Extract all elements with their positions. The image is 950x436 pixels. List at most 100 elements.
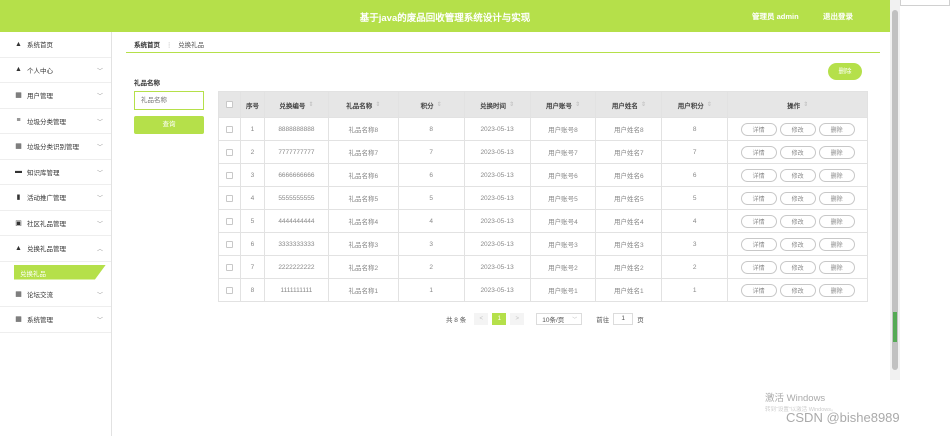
goto-page-input[interactable]: 1	[613, 313, 634, 325]
row-checkbox[interactable]	[225, 217, 233, 225]
table-row: 8 1111111111 礼品名称1 1 2023-05-13 用户账号1 用户姓名1 1 详情…	[219, 279, 868, 302]
monitor-icon: ▬	[15, 168, 22, 176]
header-select-cell	[219, 92, 241, 118]
search-button[interactable]: 查询	[134, 116, 204, 134]
row-checkbox[interactable]	[225, 125, 233, 133]
column-header[interactable]: 用户账号 ⇕	[530, 92, 597, 118]
edit-button[interactable]: 修改	[779, 214, 816, 228]
pagination-total: 共 8 条	[446, 317, 467, 324]
table-row: 2 7777777777 礼品名称7 7 2023-05-13 用户账号7 用户姓名7 7 详情…	[219, 141, 868, 164]
column-header-label: 兑换时间	[480, 102, 507, 110]
column-header[interactable]: 用户积分 ⇕	[662, 92, 729, 118]
sidebar-item-label: 用户管理	[27, 93, 53, 101]
row-select-cell	[219, 210, 241, 233]
chevron-down-icon: ﹀	[96, 68, 103, 75]
delete-button[interactable]: 删除	[818, 237, 855, 251]
detail-button[interactable]: 详情	[740, 122, 777, 136]
table-cell-account: 用户账号5	[530, 187, 597, 210]
edit-button[interactable]: 修改	[779, 145, 816, 159]
delete-button[interactable]: 删除	[818, 145, 855, 159]
delete-button[interactable]: 删除	[818, 260, 855, 274]
column-header[interactable]: 礼品名称 ⇕	[328, 92, 399, 118]
row-checkbox[interactable]	[225, 263, 233, 271]
table-cell-idx: 2	[240, 141, 265, 164]
edit-button[interactable]: 修改	[779, 191, 816, 205]
sidebar-item[interactable]: ▮ 活动推广管理 ﹀	[0, 185, 111, 211]
sidebar-item[interactable]: ▲ 个人中心 ﹀	[0, 58, 111, 83]
detail-button[interactable]: 详情	[740, 168, 777, 182]
table-cell-name: 用户姓名1	[596, 279, 663, 302]
delete-button[interactable]: 删除	[818, 168, 855, 182]
sidebar-item[interactable]: ▲ 兑换礼品管理 ︿	[0, 236, 111, 262]
sidebar-item[interactable]: ▲ 系统首页	[0, 32, 111, 58]
table-cell-name: 用户姓名4	[596, 210, 663, 233]
gift-name-search-input[interactable]	[134, 91, 204, 110]
next-page-button[interactable]: >	[510, 313, 525, 325]
detail-button[interactable]: 详情	[740, 145, 777, 159]
chevron-down-icon: ﹀	[96, 145, 103, 151]
delete-button[interactable]: 删除	[818, 191, 855, 205]
column-header-label: 序号	[245, 102, 259, 110]
column-header[interactable]: 兑换编号 ⇕	[264, 92, 329, 118]
table-cell-points: 8	[398, 118, 465, 141]
sidebar-item[interactable]: ≡ 垃圾分类管理 ﹀	[0, 109, 111, 134]
sort-icon[interactable]: ⇕	[575, 101, 580, 108]
delete-button[interactable]: 删除	[818, 122, 855, 136]
detail-button[interactable]: 详情	[740, 237, 777, 251]
table-cell-points: 1	[398, 279, 465, 302]
detail-button[interactable]: 详情	[740, 283, 777, 297]
table-row: 3 6666666666 礼品名称6 6 2023-05-13 用户账号6 用户姓名6 6 详情…	[219, 164, 868, 187]
home-icon: ▲	[15, 40, 22, 48]
sort-icon[interactable]: ⇕	[707, 101, 712, 108]
submenu-item-gift-exchange[interactable]: 兑换礼品	[20, 268, 46, 278]
table-cell-idx: 3	[240, 164, 265, 187]
sort-icon[interactable]: ⇕	[437, 101, 442, 108]
sidebar-item[interactable]: ▦ 系统管理 ﹀	[0, 307, 111, 333]
row-checkbox[interactable]	[225, 194, 233, 202]
row-checkbox[interactable]	[225, 171, 233, 179]
row-select-cell	[219, 118, 241, 141]
row-select-cell	[219, 164, 241, 187]
sidebar-item[interactable]: ▦ 垃圾分类识别管理 ﹀	[0, 134, 111, 160]
sidebar-item[interactable]: ▦ 论坛交流 ﹀	[0, 282, 111, 307]
edit-button[interactable]: 修改	[779, 168, 816, 182]
sidebar-item[interactable]: ▣ 社区礼品管理 ﹀	[0, 211, 111, 236]
sort-icon[interactable]: ⇕	[509, 101, 514, 108]
sort-icon[interactable]: ⇕	[308, 101, 313, 108]
logout-link[interactable]: 退出登录	[823, 11, 853, 22]
vertical-scrollbar[interactable]	[890, 0, 900, 380]
row-checkbox[interactable]	[225, 286, 233, 294]
table-cell-points: 6	[398, 164, 465, 187]
batch-delete-button[interactable]: 删除	[828, 63, 862, 80]
delete-button[interactable]: 删除	[818, 283, 855, 297]
row-actions: 详情 修改 删除	[728, 233, 868, 256]
detail-button[interactable]: 详情	[740, 260, 777, 274]
page-size-select[interactable]: 10条/页 ﹀	[536, 313, 583, 325]
select-all-checkbox[interactable]	[225, 101, 233, 108]
column-header[interactable]: 用户姓名 ⇕	[596, 92, 663, 118]
table-cell-gift: 礼品名称6	[328, 164, 399, 187]
prev-page-button[interactable]: <	[474, 313, 489, 325]
edit-button[interactable]: 修改	[779, 283, 816, 297]
breadcrumb-home[interactable]: 系统首页	[134, 42, 160, 49]
detail-button[interactable]: 详情	[740, 214, 777, 228]
table-cell-points: 5	[398, 187, 465, 210]
column-header-label: 礼品名称	[346, 102, 373, 110]
sidebar-item[interactable]: ▦ 用户管理 ﹀	[0, 83, 111, 109]
delete-button[interactable]: 删除	[818, 214, 855, 228]
edit-button[interactable]: 修改	[779, 237, 816, 251]
column-header[interactable]: 操作 ⇕	[728, 92, 868, 118]
sidebar-item[interactable]: ▬ 知识库管理 ﹀	[0, 160, 111, 185]
edit-button[interactable]: 修改	[779, 260, 816, 274]
row-checkbox[interactable]	[225, 240, 233, 248]
column-header[interactable]: 积分 ⇕	[398, 92, 465, 118]
grid-icon: ▦	[15, 92, 22, 100]
sort-icon[interactable]: ⇕	[803, 101, 808, 108]
edit-button[interactable]: 修改	[779, 122, 816, 136]
sort-icon[interactable]: ⇕	[641, 101, 646, 108]
row-checkbox[interactable]	[225, 148, 233, 156]
sort-icon[interactable]: ⇕	[375, 101, 380, 108]
detail-button[interactable]: 详情	[740, 191, 777, 205]
column-header[interactable]: 兑换时间 ⇕	[464, 92, 531, 118]
page-number-button[interactable]: 1	[492, 313, 507, 325]
